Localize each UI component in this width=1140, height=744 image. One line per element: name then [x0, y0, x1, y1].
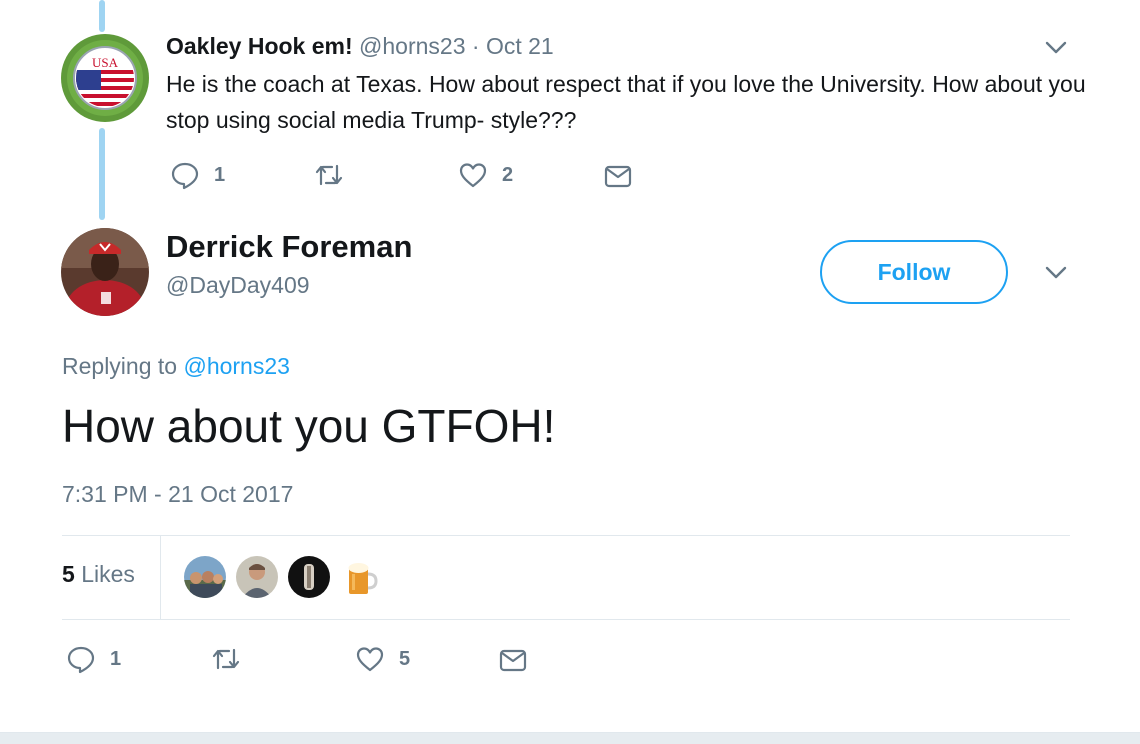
user-photo-avatar	[61, 228, 149, 316]
liker-avatar-2[interactable]	[236, 556, 278, 598]
main-like-count: 5	[399, 647, 411, 670]
stats-divider-bottom	[62, 619, 1070, 620]
parent-like-count: 2	[502, 163, 514, 186]
header-separator: ·	[471, 33, 480, 59]
replying-handle-link[interactable]: @horns23	[183, 353, 289, 379]
parent-tweet-name[interactable]: Oakley Hook em!	[166, 33, 353, 59]
avatar-badge-text: USA	[92, 55, 119, 70]
likes-stat[interactable]: 5 Likes	[62, 561, 135, 588]
main-tweet-name[interactable]: Derrick Foreman	[166, 229, 412, 265]
replying-to-line: Replying to @horns23	[62, 353, 290, 380]
main-tweet-avatar[interactable]	[61, 228, 149, 316]
parent-retweet-button[interactable]	[314, 160, 344, 190]
main-retweet-button[interactable]	[211, 644, 241, 674]
retweet-icon	[315, 164, 343, 186]
main-reply-button[interactable]: 1	[66, 644, 121, 674]
main-tweet-menu-button[interactable]	[1041, 258, 1071, 288]
main-like-button[interactable]: 5	[355, 644, 410, 674]
main-reply-count: 1	[110, 647, 122, 670]
follow-button[interactable]: Follow	[820, 240, 1008, 304]
main-tweet-handle[interactable]: @DayDay409	[166, 272, 310, 299]
likes-stat-label: Likes	[81, 561, 135, 587]
parent-tweet-handle[interactable]: @horns23	[359, 33, 465, 59]
stats-divider-top	[62, 535, 1070, 536]
parent-tweet-menu-button[interactable]	[1041, 33, 1071, 63]
main-tweet-text: How about you GTFOH!	[62, 400, 556, 452]
reply-icon	[171, 162, 199, 190]
chevron-down-icon	[1045, 41, 1067, 54]
parent-reply-count: 1	[214, 163, 226, 186]
main-tweet-timestamp[interactable]: 7:31 PM - 21 Oct 2017	[62, 481, 293, 508]
retweet-icon	[212, 648, 240, 670]
message-icon	[499, 649, 527, 672]
chevron-down-icon	[1045, 266, 1067, 279]
parent-tweet-avatar[interactable]: USA	[61, 34, 149, 122]
group-photo-avatar	[184, 556, 226, 598]
stats-divider-vertical	[160, 535, 161, 619]
bottom-edge-bar	[0, 732, 1140, 744]
dark-silhouette-avatar	[288, 556, 330, 598]
thread-line-connector	[99, 128, 105, 220]
parent-message-button[interactable]	[603, 161, 633, 191]
liker-avatar-1[interactable]	[184, 556, 226, 598]
thread-line-top	[99, 0, 105, 32]
main-message-button[interactable]	[498, 645, 528, 675]
parent-tweet-header: Oakley Hook em! @horns23 · Oct 21	[166, 33, 554, 60]
reply-icon	[67, 646, 95, 674]
likes-stat-count: 5	[62, 561, 75, 587]
like-icon	[356, 647, 384, 672]
man-portrait-avatar	[236, 556, 278, 598]
liker-avatar-3[interactable]	[288, 556, 330, 598]
parent-like-button[interactable]: 2	[458, 160, 513, 190]
message-icon	[604, 165, 632, 188]
parent-reply-button[interactable]: 1	[170, 160, 225, 190]
parent-tweet-date[interactable]: Oct 21	[486, 33, 554, 59]
beer-mug-avatar	[340, 556, 382, 598]
usa-flag-badge-avatar: USA	[61, 34, 149, 122]
parent-tweet-text: He is the coach at Texas. How about resp…	[166, 71, 1086, 133]
replying-prefix: Replying to	[62, 353, 178, 379]
like-icon	[459, 163, 487, 188]
liker-avatar-4[interactable]	[340, 556, 382, 598]
